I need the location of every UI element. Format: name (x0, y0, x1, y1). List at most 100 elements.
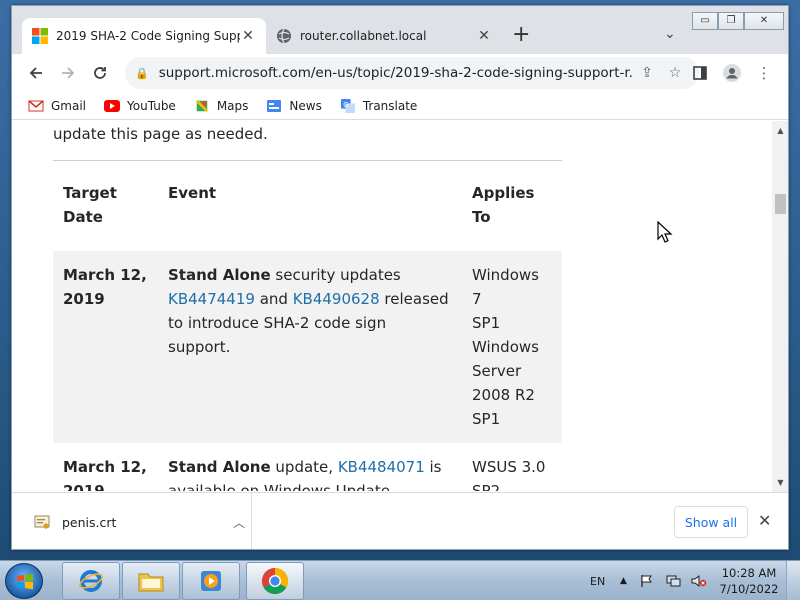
microsoft-logo-icon (32, 28, 48, 44)
share-icon[interactable]: ⇪ (633, 65, 661, 81)
tab-search-chevron-icon[interactable]: ⌄ (664, 26, 676, 42)
menu-kebab-icon[interactable]: ⋮ (749, 58, 779, 88)
row-date: March 12, 2019 (63, 458, 147, 491)
row-event: Stand Alone security updates KB4474419 a… (158, 251, 462, 443)
event-text: update, (270, 458, 338, 476)
tab-title: 2019 SHA-2 Code Signing Suppo (56, 29, 240, 43)
kb-link[interactable]: KB4474419 (168, 290, 255, 308)
bookmark-label: Maps (216, 98, 249, 113)
close-tab-icon[interactable]: ✕ (240, 28, 256, 44)
kb-link[interactable]: KB4490628 (293, 290, 380, 308)
forward-button[interactable] (52, 57, 84, 89)
start-button[interactable] (5, 563, 43, 599)
chevron-up-icon[interactable]: ︿ (227, 514, 251, 531)
bookmark-label: Translate (362, 98, 418, 113)
divider (53, 160, 562, 161)
close-window-button[interactable]: ✕ (744, 12, 784, 30)
taskbar-internet-explorer[interactable] (62, 562, 120, 600)
show-all-button[interactable]: Show all (674, 506, 748, 538)
table-row: March 12, 2019 Stand Alone security upda… (53, 251, 562, 443)
maps-icon (195, 99, 208, 112)
internet-explorer-icon (79, 570, 103, 592)
row-applies-to: WSUS 3.0 SP2 (462, 443, 562, 491)
vertical-scrollbar[interactable]: ▲ ▼ (772, 121, 788, 493)
scroll-down-arrow-icon[interactable]: ▼ (772, 475, 788, 491)
volume-muted-icon[interactable] (691, 561, 707, 600)
browser-toolbar: 🔒 support.microsoft.com/en-us/topic/2019… (12, 54, 788, 92)
show-hidden-icons-arrow-icon[interactable]: ▲ (620, 561, 627, 600)
applies-line: SP2 (472, 482, 501, 491)
restore-button[interactable]: ❐ (718, 12, 744, 30)
forward-arrow-icon (62, 67, 75, 79)
reload-icon (94, 67, 106, 79)
applies-line: 2008 R2 (472, 386, 535, 404)
scroll-up-arrow-icon[interactable]: ▲ (772, 123, 788, 139)
table-header-row: Target Date Event Applies To (53, 169, 562, 251)
new-tab-button[interactable]: + (512, 24, 530, 46)
bookmark-youtube[interactable]: YouTube (104, 99, 176, 113)
translate-icon: G (340, 98, 355, 113)
minimize-button[interactable]: ▭ (692, 12, 718, 30)
reload-button[interactable] (84, 57, 116, 89)
bookmark-translate[interactable]: G Translate (340, 98, 418, 113)
globe-icon (277, 28, 291, 44)
taskbar: EN ▲ 10:28 AM 7/10/2022 (0, 560, 800, 600)
scrollbar-thumb[interactable] (775, 194, 786, 214)
row-event: Stand Alone update, KB4484071 is availab… (158, 443, 462, 491)
close-tab-icon[interactable]: ✕ (476, 28, 492, 44)
certificate-file-icon (34, 515, 50, 529)
download-item[interactable]: penis.crt ︿ (22, 493, 252, 549)
column-header-event: Event (168, 184, 217, 202)
media-player-icon (201, 571, 221, 591)
bookmarks-bar: Gmail YouTube Maps News G Translate (12, 92, 788, 120)
language-indicator[interactable]: EN (590, 561, 605, 600)
download-bar: penis.crt ︿ Show all ✕ (12, 492, 788, 549)
intro-text: update this page as needed. (53, 125, 268, 143)
table-row: March 12, 2019 Stand Alone update, KB448… (53, 443, 562, 491)
applies-line: WSUS 3.0 (472, 458, 546, 476)
bookmark-gmail[interactable]: Gmail (28, 99, 86, 113)
download-file-name: penis.crt (62, 514, 117, 530)
kb-link[interactable]: KB4484071 (338, 458, 425, 476)
youtube-icon (104, 99, 121, 112)
close-download-bar-icon[interactable]: ✕ (758, 511, 771, 530)
network-icon[interactable] (666, 561, 682, 600)
address-bar[interactable]: 🔒 support.microsoft.com/en-us/topic/2019… (125, 57, 699, 89)
action-center-flag-icon[interactable] (640, 561, 654, 600)
taskbar-chrome[interactable] (246, 562, 304, 600)
taskbar-file-explorer[interactable] (122, 562, 180, 600)
system-clock[interactable]: 10:28 AM 7/10/2022 (716, 565, 782, 597)
applies-line: Server (472, 362, 522, 380)
row-date: March 12, 2019 (53, 251, 158, 443)
event-text: and (254, 290, 293, 308)
profile-avatar-icon[interactable] (717, 58, 747, 88)
taskbar-media-player[interactable] (182, 562, 240, 600)
bookmark-label: News (289, 98, 322, 113)
tab-title: router.collabnet.local (300, 29, 427, 43)
lock-icon: 🔒 (135, 66, 149, 80)
clock-date: 7/10/2022 (719, 582, 779, 596)
mouse-cursor-icon (657, 221, 673, 243)
page-content: update this page as needed. Target Date … (12, 121, 772, 491)
event-bold: Stand Alone (168, 458, 271, 476)
bookmark-news[interactable]: News (266, 98, 322, 113)
address-url[interactable]: support.microsoft.com/en-us/topic/2019-s… (159, 65, 633, 81)
chrome-icon (261, 567, 289, 595)
clock-time: 10:28 AM (721, 566, 777, 580)
events-table: Target Date Event Applies To March 12, 2… (53, 169, 562, 491)
tab-router[interactable]: router.collabnet.local ✕ (266, 18, 502, 54)
side-panel-icon[interactable] (685, 58, 715, 88)
row-applies-to: Windows 7 SP1 Windows Server 2008 R2 SP1 (462, 251, 562, 443)
show-desktop-button[interactable] (786, 561, 800, 600)
back-button[interactable] (20, 57, 52, 89)
tab-sha2-support[interactable]: 2019 SHA-2 Code Signing Suppo ✕ (22, 18, 266, 54)
gmail-icon (28, 99, 44, 111)
windows-logo-icon (17, 573, 33, 590)
bookmark-label: YouTube (127, 98, 176, 113)
bookmark-maps[interactable]: Maps (194, 98, 249, 113)
column-header-target-date: Target Date (63, 184, 117, 226)
bookmark-label: Gmail (51, 98, 87, 113)
folder-icon (138, 573, 164, 592)
event-bold: Stand Alone (168, 266, 271, 284)
chrome-window: 2019 SHA-2 Code Signing Suppo ✕ router.c… (11, 5, 789, 550)
